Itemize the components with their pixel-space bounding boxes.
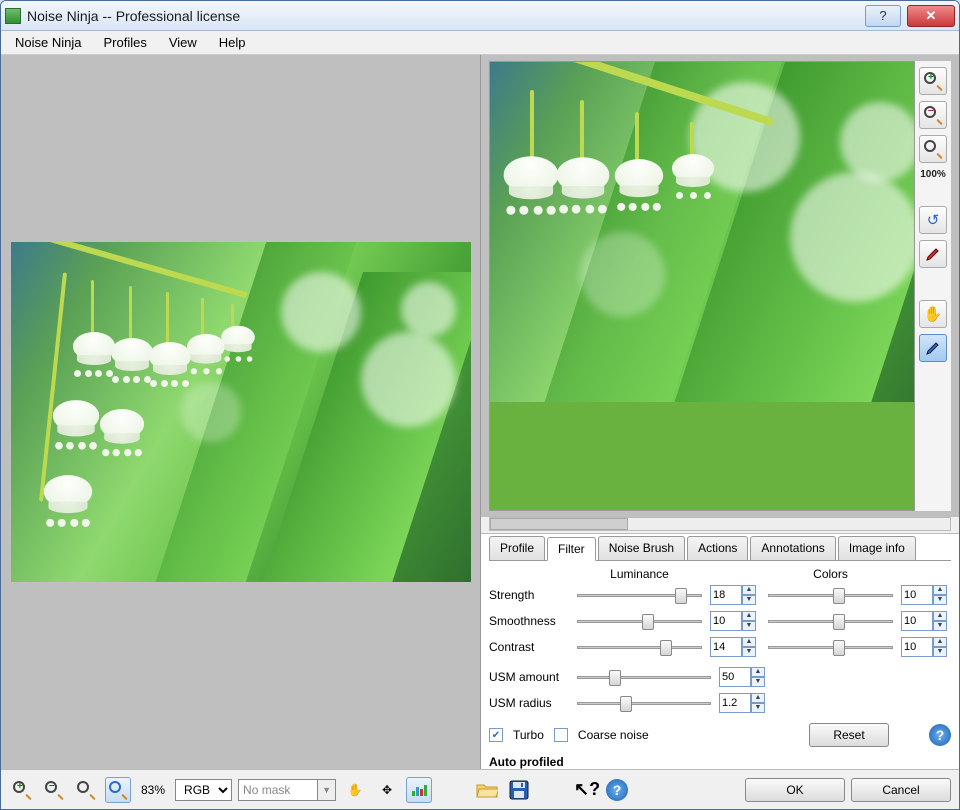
- smoothness-col-spin[interactable]: ▲▼: [901, 611, 951, 631]
- titlebar: Noise Ninja -- Professional license ? ✕: [1, 1, 959, 31]
- coarse-noise-checkbox[interactable]: [554, 728, 568, 742]
- usm-radius-label: USM radius: [489, 696, 569, 710]
- footer-zoom-value: 83%: [141, 783, 165, 797]
- footer-zoom-in-icon[interactable]: [9, 777, 35, 803]
- footer-open-icon[interactable]: [474, 777, 500, 803]
- turbo-checkbox[interactable]: ✔: [489, 728, 503, 742]
- zoom-percent-label: 100%: [920, 169, 946, 180]
- tab-annotations[interactable]: Annotations: [750, 536, 835, 560]
- tab-image-info[interactable]: Image info: [838, 536, 916, 560]
- tab-actions[interactable]: Actions: [687, 536, 748, 560]
- channel-select[interactable]: RGB: [175, 779, 232, 801]
- menu-view[interactable]: View: [165, 33, 201, 52]
- titlebar-help-button[interactable]: ?: [865, 5, 901, 27]
- original-image: [11, 242, 471, 582]
- zoom-out-button[interactable]: [919, 101, 947, 129]
- contrast-label: Contrast: [489, 640, 569, 654]
- window-title: Noise Ninja -- Professional license: [27, 8, 865, 24]
- usm-amount-label: USM amount: [489, 670, 569, 684]
- footer-zoom-fit-icon[interactable]: [105, 777, 131, 803]
- footer-histogram-icon[interactable]: [406, 777, 432, 803]
- smoothness-lum-spin[interactable]: ▲▼: [710, 611, 760, 631]
- footer-toolbar: 83% RGB ▼ ✋ ✥ ↖? ? OK Cancel: [1, 769, 959, 809]
- titlebar-close-button[interactable]: ✕: [907, 5, 955, 27]
- zoom-fit-button[interactable]: [919, 135, 947, 163]
- preview-horizontal-scrollbar[interactable]: [489, 517, 951, 531]
- settings-panel: Profile Filter Noise Brush Actions Annot…: [481, 533, 959, 753]
- smoothness-col-slider[interactable]: [768, 613, 893, 629]
- preview-image: [489, 61, 915, 511]
- strength-col-spin[interactable]: ▲▼: [901, 585, 951, 605]
- contrast-lum-spin[interactable]: ▲▼: [710, 637, 760, 657]
- footer-zoom-out-icon[interactable]: [41, 777, 67, 803]
- mask-select[interactable]: [238, 779, 318, 801]
- status-label: Auto profiled: [481, 753, 959, 769]
- strength-col-slider[interactable]: [768, 587, 893, 603]
- brush-tool-button-2[interactable]: [919, 334, 947, 362]
- zoom-in-button[interactable]: [919, 67, 947, 95]
- panel-help-button[interactable]: ?: [929, 724, 951, 746]
- contrast-lum-slider[interactable]: [577, 639, 702, 655]
- cancel-button[interactable]: Cancel: [851, 778, 951, 802]
- preview-image-pane[interactable]: 100% ↺ ✋: [481, 55, 959, 517]
- usm-amount-slider[interactable]: [577, 669, 711, 685]
- pan-tool-button[interactable]: ✋: [919, 300, 947, 328]
- menu-help[interactable]: Help: [215, 33, 250, 52]
- undo-button[interactable]: ↺: [919, 206, 947, 234]
- footer-whatsthis-icon[interactable]: ↖?: [574, 777, 600, 803]
- app-icon: [5, 8, 21, 24]
- footer-zoom-actual-icon[interactable]: [73, 777, 99, 803]
- right-toolstrip: 100% ↺ ✋: [915, 61, 951, 511]
- original-image-pane[interactable]: [1, 55, 481, 769]
- coarse-noise-label: Coarse noise: [578, 728, 649, 742]
- reset-button[interactable]: Reset: [809, 723, 889, 747]
- usm-radius-slider[interactable]: [577, 695, 711, 711]
- footer-pan-icon[interactable]: ✋: [342, 777, 368, 803]
- footer-move-icon[interactable]: ✥: [374, 777, 400, 803]
- turbo-label: Turbo: [513, 728, 544, 742]
- menu-profiles[interactable]: Profiles: [99, 33, 150, 52]
- settings-tabs: Profile Filter Noise Brush Actions Annot…: [489, 536, 951, 561]
- usm-amount-spin[interactable]: ▲▼: [719, 667, 769, 687]
- usm-radius-spin[interactable]: ▲▼: [719, 693, 769, 713]
- tab-noise-brush[interactable]: Noise Brush: [598, 536, 685, 560]
- contrast-col-spin[interactable]: ▲▼: [901, 637, 951, 657]
- footer-save-icon[interactable]: [506, 777, 532, 803]
- tab-filter[interactable]: Filter: [547, 537, 596, 561]
- menu-noise-ninja[interactable]: Noise Ninja: [11, 33, 85, 52]
- brush-tool-button[interactable]: [919, 240, 947, 268]
- tab-profile[interactable]: Profile: [489, 536, 545, 560]
- smoothness-label: Smoothness: [489, 614, 569, 628]
- strength-lum-spin[interactable]: ▲▼: [710, 585, 760, 605]
- luminance-header: Luminance: [577, 567, 702, 581]
- footer-help-icon[interactable]: ?: [606, 779, 628, 801]
- strength-lum-slider[interactable]: [577, 587, 702, 603]
- contrast-col-slider[interactable]: [768, 639, 893, 655]
- strength-label: Strength: [489, 588, 569, 602]
- menubar: Noise Ninja Profiles View Help: [1, 31, 959, 55]
- ok-button[interactable]: OK: [745, 778, 845, 802]
- colors-header: Colors: [768, 567, 893, 581]
- smoothness-lum-slider[interactable]: [577, 613, 702, 629]
